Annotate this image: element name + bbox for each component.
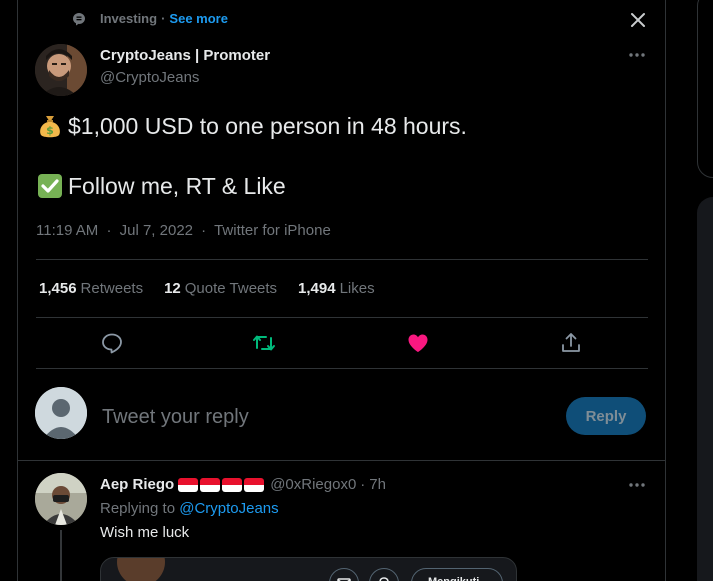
likes-count: 1,494 xyxy=(298,280,336,297)
meta-dot-1: · xyxy=(106,222,112,239)
likes-stat[interactable]: 1,494 Likes xyxy=(298,280,375,297)
tweet-date[interactable]: Jul 7, 2022 xyxy=(120,222,193,239)
retweets-stat[interactable]: 1,456 Retweets xyxy=(39,280,143,297)
tweet-detail-page: Investing · See more CryptoJeans | Promo… xyxy=(0,0,713,581)
more-icon[interactable] xyxy=(626,476,648,494)
share-icon[interactable] xyxy=(559,331,583,355)
author-handle[interactable]: @CryptoJeans xyxy=(100,69,199,86)
notification-icon[interactable] xyxy=(369,568,399,581)
divider xyxy=(36,317,648,318)
reply-author-avatar[interactable] xyxy=(35,473,87,525)
reply-text: Wish me luck xyxy=(100,524,190,541)
tweet-time[interactable]: 11:19 AM xyxy=(36,222,98,239)
topic-icon xyxy=(72,12,86,26)
replying-to: Replying to @CryptoJeans xyxy=(100,500,279,517)
check-mark-emoji xyxy=(36,172,64,200)
indonesia-flag-icon xyxy=(200,477,221,492)
flag-emojis xyxy=(178,477,266,492)
svg-text:$: $ xyxy=(46,124,54,137)
likes-label: Likes xyxy=(339,280,375,297)
indonesia-flag-icon xyxy=(222,477,243,492)
see-more-link[interactable]: See more xyxy=(169,11,228,26)
close-icon[interactable] xyxy=(628,10,648,30)
reply-header: Aep Riego @0xRiegox0 · 7h xyxy=(100,476,386,493)
reply-input[interactable] xyxy=(102,403,542,431)
divider xyxy=(17,460,666,461)
indonesia-flag-icon xyxy=(244,477,265,492)
quotes-label: Quote Tweets xyxy=(184,280,278,297)
reply-author-handle[interactable]: @0xRiegox0 xyxy=(270,476,356,493)
reply-icon[interactable] xyxy=(100,331,124,355)
author-avatar[interactable] xyxy=(35,44,87,96)
quotes-count: 12 xyxy=(164,280,181,297)
retweets-count: 1,456 xyxy=(39,280,77,297)
more-icon[interactable] xyxy=(626,46,648,64)
reply-dot: · xyxy=(360,476,366,493)
message-icon[interactable] xyxy=(329,568,359,581)
embedded-card[interactable]: Mengikuti xyxy=(100,557,517,581)
indonesia-flag-icon xyxy=(178,477,199,492)
divider xyxy=(36,259,648,260)
thread-line xyxy=(60,530,62,581)
tweet-text-1: $1,000 USD to one person in 48 hours. xyxy=(68,112,467,139)
tweet-context: Investing · See more xyxy=(72,11,228,26)
reply-author-name[interactable]: Aep Riego xyxy=(100,476,174,493)
heart-icon[interactable] xyxy=(406,331,430,355)
my-avatar[interactable] xyxy=(35,387,87,439)
tweet-text-2: Follow me, RT & Like xyxy=(68,172,286,199)
embed-avatar xyxy=(117,558,165,581)
context-separator: · xyxy=(161,11,166,26)
author-name[interactable]: CryptoJeans | Promoter xyxy=(100,47,270,64)
tweet-text-line-1: $ $1,000 USD to one person in 48 hours. xyxy=(36,112,467,140)
topic-label[interactable]: Investing xyxy=(100,11,157,26)
tweet-text-line-2: Follow me, RT & Like xyxy=(36,172,286,200)
reply-time[interactable]: 7h xyxy=(369,476,386,493)
reply-button[interactable]: Reply xyxy=(566,397,646,435)
tweet-source[interactable]: Twitter for iPhone xyxy=(214,222,331,239)
divider xyxy=(36,368,648,369)
replying-prefix: Replying to xyxy=(100,500,176,517)
mention-link[interactable]: @CryptoJeans xyxy=(179,500,278,517)
following-button[interactable]: Mengikuti xyxy=(411,568,503,581)
quote-tweets-stat[interactable]: 12 Quote Tweets xyxy=(164,280,277,297)
sidebar-trends-panel xyxy=(697,197,713,581)
sidebar-search-panel xyxy=(697,0,713,178)
tweet-stats: 1,456 Retweets 12 Quote Tweets 1,494 Likes xyxy=(39,280,396,297)
retweet-icon[interactable] xyxy=(252,331,276,355)
meta-dot-2: · xyxy=(201,222,207,239)
tweet-meta: 11:19 AM · Jul 7, 2022 · Twitter for iPh… xyxy=(36,222,331,239)
retweets-label: Retweets xyxy=(80,280,144,297)
money-bag-emoji: $ xyxy=(36,112,64,140)
